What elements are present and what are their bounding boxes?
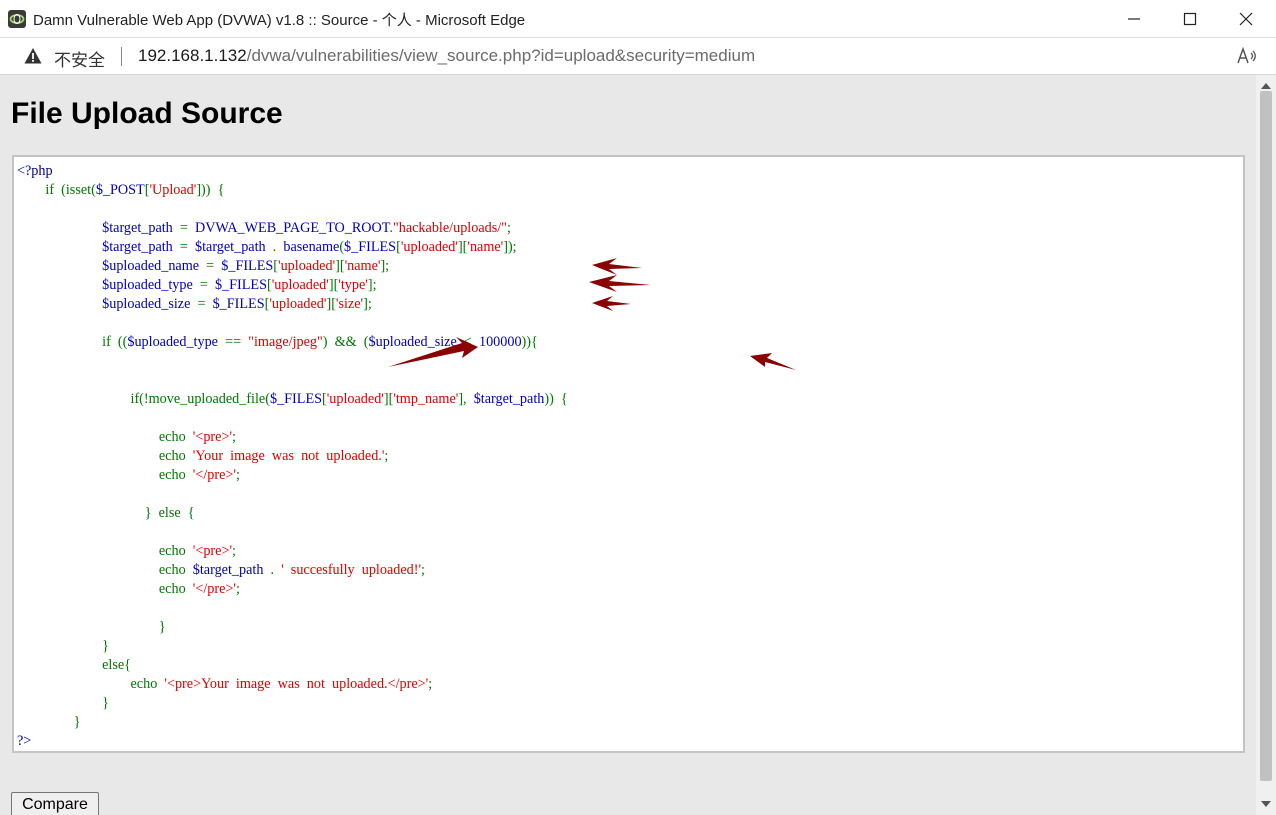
address-separator xyxy=(121,47,122,66)
url-field[interactable]: 192.168.1.132/dvwa/vulnerabilities/view_… xyxy=(138,46,755,66)
scroll-up-arrow-icon[interactable] xyxy=(1261,83,1271,89)
maximize-button[interactable] xyxy=(1162,0,1218,38)
warning-icon[interactable] xyxy=(24,47,42,65)
url-host: 192.168.1.132 xyxy=(138,46,247,65)
vertical-scrollbar[interactable] xyxy=(1256,75,1276,815)
window-titlebar: Damn Vulnerable Web App (DVWA) v1.8 :: S… xyxy=(0,0,1276,38)
scroll-down-arrow-icon[interactable] xyxy=(1261,801,1271,807)
address-bar: 不安全 192.168.1.132/dvwa/vulnerabilities/v… xyxy=(0,38,1276,75)
annotation-arrow-100000 xyxy=(750,353,796,370)
window-title: Damn Vulnerable Web App (DVWA) v1.8 :: S… xyxy=(33,12,526,29)
minimize-icon xyxy=(1128,18,1140,20)
annotation-arrow-size xyxy=(592,296,631,311)
annotation-arrow-jpeg xyxy=(388,337,478,367)
maximize-icon xyxy=(1183,12,1197,26)
security-label[interactable]: 不安全 xyxy=(54,46,105,71)
page-content: File Upload Source <?php if (isset($_POS… xyxy=(0,75,1256,815)
annotation-arrows xyxy=(388,258,796,370)
minimize-button[interactable] xyxy=(1106,0,1162,38)
annotation-arrow-type xyxy=(589,275,651,292)
close-icon xyxy=(1239,12,1253,26)
scrollbar-thumb[interactable] xyxy=(1260,91,1272,781)
dvwa-app-icon xyxy=(8,10,26,28)
close-button[interactable] xyxy=(1218,0,1274,38)
read-aloud-icon[interactable] xyxy=(1237,46,1259,66)
annotation-arrow-name xyxy=(592,258,642,275)
url-path: /dvwa/vulnerabilities/view_source.php?id… xyxy=(246,46,756,65)
